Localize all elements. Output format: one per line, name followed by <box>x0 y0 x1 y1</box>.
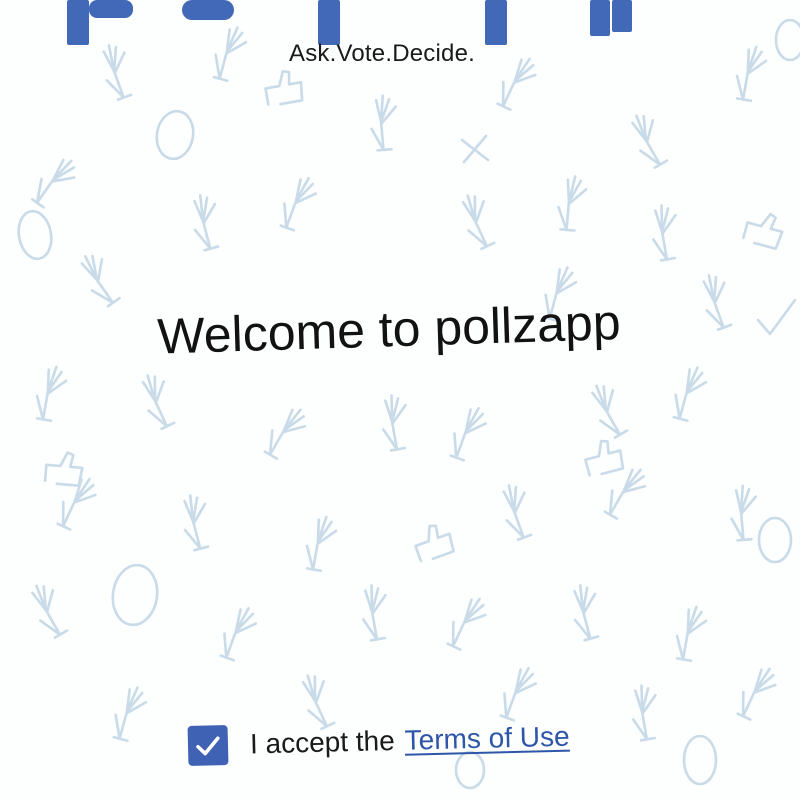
app-tagline: Ask.Vote.Decide. <box>289 40 475 67</box>
raised-hand-icon <box>23 22 782 745</box>
background-pattern <box>17 18 800 790</box>
cross-mark-icon <box>460 134 490 164</box>
check-icon <box>196 736 220 756</box>
terms-checkbox[interactable] <box>187 725 229 766</box>
terms-of-use-link[interactable]: Terms of Use <box>404 721 570 757</box>
terms-prefix-label: I accept the <box>249 724 396 760</box>
welcome-screen: Ask.Vote.Decide. Welcome to pollzapp I a… <box>0 0 800 800</box>
app-logo <box>67 0 632 45</box>
